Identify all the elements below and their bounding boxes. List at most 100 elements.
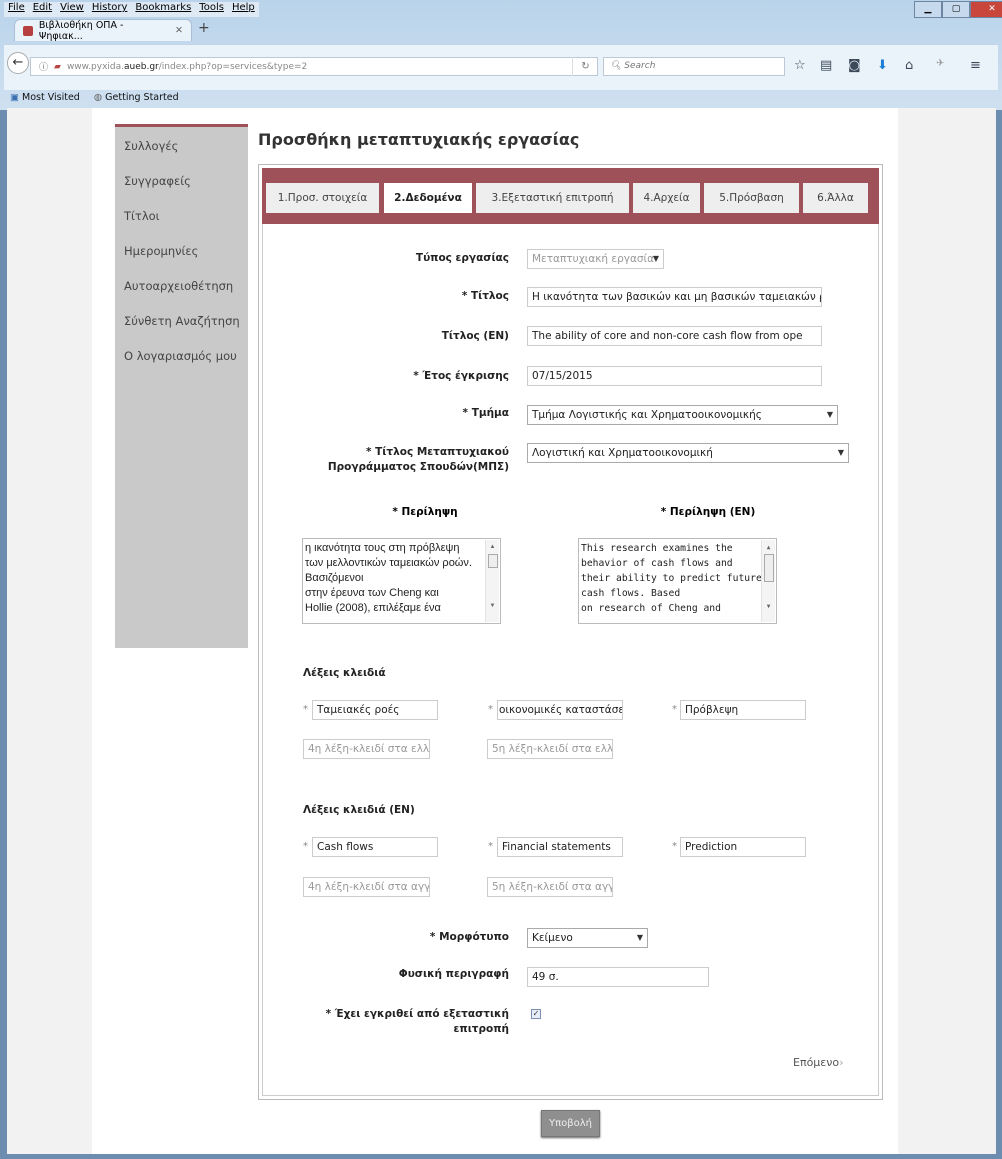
chevron-down-icon: ▼ [826,410,833,419]
keyword-5-input[interactable]: 5η λέξη-κλειδί στα ελληνικά [487,739,613,759]
bookmark-getting-started[interactable]: ◍ Getting Started [94,92,179,103]
year-label: * Έτος έγκρισης [413,370,509,382]
title-en-input[interactable]: The ability of core and non-core cash fl… [527,326,822,346]
approved-label-line2: επιτροπή [453,1023,509,1035]
keyword-en-3-input[interactable]: Prediction [680,837,806,857]
sidebar: Συλλογές Συγγραφείς Τίτλοι Ημερομηνίες Α… [115,124,248,648]
download-icon[interactable]: ⬇ [877,58,888,73]
menu-view[interactable]: View [60,2,84,17]
title-input[interactable]: Η ικανότητα των βασικών και μη βασικών τ… [527,287,822,307]
required-mark: * [488,841,493,852]
reload-icon[interactable]: ↻ [572,57,598,76]
keyword-en-4-input[interactable]: 4η λέξη-κλειδί στα αγγλικά [303,877,430,897]
bookmark-folder-icon: ▣ [10,92,19,103]
tab-data[interactable]: 2.Δεδομένα [384,183,472,213]
maximize-icon[interactable]: ▢ [942,1,970,18]
minimize-icon[interactable]: ▁ [914,1,942,18]
browser-tab[interactable]: Βιβλιοθήκη ΟΠΑ - Ψηφιακ... ✕ [14,19,192,42]
globe-icon: ◍ [93,92,103,103]
abstract-en-line: cash flows. Based [581,588,681,599]
required-mark: * [672,841,677,852]
abstract-en-line: their ability to predict future [581,573,762,584]
scrollbar[interactable]: ▲ ▼ [485,540,499,622]
physical-description-input[interactable]: 49 σ. [527,967,709,987]
url-text: www.pyxida.aueb.gr/index.php?op=services… [66,61,308,72]
keyword-en-1-input[interactable]: Cash flows [312,837,438,857]
tab-personal-info[interactable]: 1.Προσ. στοιχεία [266,183,379,213]
pocket-icon[interactable]: ◙ [848,58,861,73]
submit-button[interactable]: Υποβολή [541,1110,600,1137]
new-tab-icon[interactable]: + [198,20,210,36]
program-select[interactable]: Λογιστική και Χρηματοοικονομική ▼ [527,443,849,463]
required-mark: * [303,704,308,715]
reading-list-icon[interactable]: ▤ [820,58,832,73]
keyword-4-input[interactable]: 4η λέξη-κλειδί στα ελληνικά [303,739,430,759]
home-icon[interactable]: ⌂ [905,58,913,73]
tab-committee[interactable]: 3.Εξεταστική επιτροπή [476,183,629,213]
tab-files[interactable]: 4.Αρχεία [633,183,700,213]
chevron-down-icon: ▼ [652,254,659,263]
keyword-en-5-input[interactable]: 5η λέξη-κλειδί στα αγγλικά [487,877,613,897]
approved-label: * Έχει εγκριθεί από εξεταστική επιτροπή [326,1007,509,1037]
sidebar-item-titles[interactable]: Τίτλοι [124,209,160,223]
scrollbar-thumb[interactable] [764,554,774,582]
back-arrow-icon[interactable]: ← [7,52,29,74]
abstract-label: * Περίληψη [392,506,458,518]
department-label: * Τμήμα [462,407,509,419]
bookmark-star-icon[interactable]: ☆ [794,58,806,73]
menu-bookmarks[interactable]: Bookmarks [135,2,191,17]
keyword-en-2-input[interactable]: Financial statements [497,837,623,857]
insecure-lock-icon: ▰ [54,61,61,72]
url-bar[interactable]: ⓘ ▰ www.pyxida.aueb.gr/index.php?op=serv… [30,57,598,76]
form-panel [262,168,879,1096]
program-label-line1: * Τίτλος Μεταπτυχιακού [366,446,509,458]
bookmarks-toolbar: ▣ Most Visited ◍ Getting Started [10,92,179,103]
info-icon[interactable]: ⓘ [39,60,48,73]
type-label: Τύπος εργασίας [415,252,509,264]
abstract-en-line: behavior of cash flows and [581,558,733,569]
required-mark: * [303,841,308,852]
abstract-line: των μελλοντικών ταμειακών ροών. [305,557,472,569]
approved-checkbox[interactable]: ✓ [531,1009,541,1019]
title-en-label: Τίτλος (EN) [441,330,509,342]
sidebar-item-advanced-search[interactable]: Σύνθετη Αναζήτηση [124,314,240,328]
bookmark-most-visited[interactable]: ▣ Most Visited [10,92,80,103]
type-select[interactable]: Μεταπτυχιακή εργασία ▼ [527,249,664,269]
extension-icon[interactable]: ✈ [936,58,944,69]
page-title: Προσθήκη μεταπτυχιακής εργασίας [258,130,580,149]
close-tab-icon[interactable]: ✕ [175,25,183,36]
year-input[interactable]: 07/15/2015 [527,366,822,386]
menu-tools[interactable]: Tools [199,2,224,17]
chevron-right-icon: › [839,1056,844,1069]
keyword-2-input[interactable]: οικονομικές καταστάσεις [497,700,623,720]
sidebar-item-dates[interactable]: Ημερομηνίες [124,244,198,258]
menu-file[interactable]: File [8,2,25,17]
sidebar-item-collections[interactable]: Συλλογές [124,139,178,153]
abstract-textarea[interactable]: η ικανότητα τους στη πρόβλεψη των μελλον… [302,538,501,624]
window-controls: ▁ ▢ ✕ [914,1,1002,18]
chevron-down-icon: ▼ [636,933,643,942]
sidebar-item-authors[interactable]: Συγγραφείς [124,174,191,188]
scrollbar-thumb[interactable] [488,554,498,568]
search-input[interactable]: 🔍︎ Search [603,57,785,76]
scrollbar[interactable]: ▲ ▼ [761,540,775,622]
keyword-1-input[interactable]: Ταμειακές ροές [312,700,438,720]
title-label: * Τίτλος [461,290,509,302]
menu-history[interactable]: History [92,2,128,17]
tab-other[interactable]: 6.Άλλα [803,183,868,213]
menu-edit[interactable]: Edit [33,2,52,17]
sidebar-item-my-account[interactable]: Ο λογαριασμός μου [124,349,237,363]
tab-title: Βιβλιοθήκη ΟΠΑ - Ψηφιακ... [38,19,124,42]
format-select[interactable]: Κείμενο ▼ [527,928,648,948]
next-link[interactable]: Επόμενο› [793,1056,844,1069]
menu-help[interactable]: Help [232,2,255,17]
hamburger-menu-icon[interactable]: ≡ [970,58,981,73]
abstract-en-line: This research examines the [581,543,733,554]
sidebar-item-self-archiving[interactable]: Αυτοαρχειοθέτηση [124,279,233,293]
abstract-en-textarea[interactable]: This research examines the behavior of c… [578,538,777,624]
keyword-3-input[interactable]: Πρόβλεψη [680,700,806,720]
department-select[interactable]: Τμήμα Λογιστικής και Χρηματοοικονομικής ▼ [527,405,838,425]
close-window-icon[interactable]: ✕ [970,1,1002,18]
abstract-line: Hollie (2008), επιλέξαμε ένα [305,602,441,614]
tab-access[interactable]: 5.Πρόσβαση [704,183,799,213]
